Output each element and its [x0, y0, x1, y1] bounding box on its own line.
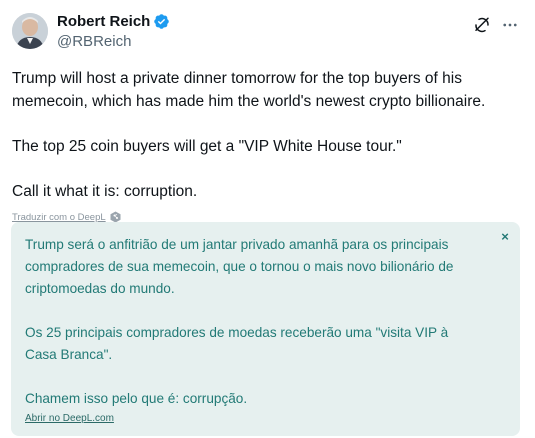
translation-paragraph: Os 25 principais compradores de moedas r…: [25, 325, 449, 362]
grok-icon[interactable]: [473, 16, 491, 34]
translate-with-deepl-link[interactable]: Traduzir com o DeepL: [12, 212, 106, 223]
open-in-deepl-link[interactable]: Abrir no DeepL.com: [25, 408, 114, 430]
verified-badge-icon: [153, 13, 170, 30]
translation-paragraph: Chamem isso pelo que é: corrupção.: [25, 391, 248, 406]
author-names: Robert Reich @RBReich: [57, 12, 170, 51]
tweet-text: Trump will host a private dinner tomorro…: [12, 67, 523, 203]
tweet-header: Robert Reich @RBReich: [12, 12, 523, 56]
close-icon[interactable]: ×: [498, 229, 512, 244]
author-display-name[interactable]: Robert Reich: [57, 12, 150, 31]
tweet-paragraph: The top 25 coin buyers will get a "VIP W…: [12, 138, 402, 155]
tweet-paragraph: Trump will host a private dinner tomorro…: [12, 70, 486, 110]
more-icon[interactable]: [501, 16, 519, 34]
tweet-paragraph: Call it what it is: corruption.: [12, 183, 198, 200]
name-row: Robert Reich: [57, 12, 170, 31]
header-actions: [473, 16, 519, 34]
author-handle[interactable]: @RBReich: [57, 32, 170, 51]
translation-panel: × Trump será o anfitrião de um jantar pr…: [11, 222, 520, 436]
avatar[interactable]: [12, 13, 48, 49]
translation-paragraph: Trump será o anfitrião de um jantar priv…: [25, 237, 454, 296]
